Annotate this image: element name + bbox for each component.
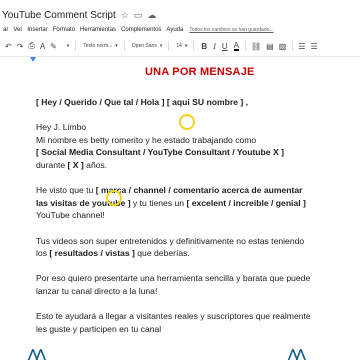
text-line: [ Social Media Consultant / YouTybe Cons…	[36, 147, 284, 158]
chevron-down-icon: ▾	[115, 43, 118, 49]
text-line: Hey J. Limbo	[36, 122, 87, 133]
cursor-highlight	[179, 114, 195, 130]
text-span: [ X ]	[67, 159, 84, 170]
document-heading: UNA POR MENSAJE	[145, 66, 255, 78]
text-line: Esto te ayudará a llegar a visitantes re…	[36, 311, 311, 322]
toolbar-divider	[75, 41, 77, 51]
paint-format-icon[interactable]: ✎	[50, 42, 57, 51]
menu-item-complementos[interactable]: Complementos	[121, 27, 161, 33]
italic-button[interactable]: I	[213, 42, 216, 51]
font-select[interactable]: Open Sans ▾	[132, 43, 163, 49]
text-line: les guste y participen en tu canal	[36, 323, 162, 334]
save-status[interactable]: Todos los cambios se han guardado...	[189, 27, 273, 33]
toolbar-divider	[292, 41, 294, 51]
title-bar: YouTube Comment Script ☆ ▭ ☁	[0, 8, 156, 22]
toolbar-divider	[193, 41, 195, 51]
text-color-button[interactable]: A	[233, 41, 239, 51]
text-span: [ marca / channel / comentario acerca de…	[95, 185, 303, 196]
menu-item-formato[interactable]: Formato	[53, 27, 75, 33]
text-span: [ resultados / vistas ]	[49, 248, 135, 259]
text-line: He visto que tu [ marca / channel / come…	[36, 184, 356, 197]
folder-icon[interactable]: ▭	[134, 10, 143, 21]
text-span: He visto que tu	[36, 185, 96, 196]
font-size-label: 14	[176, 43, 182, 49]
font-size-select[interactable]: 14 ▾	[176, 43, 187, 49]
menu-item-insertar[interactable]: Insertar	[27, 27, 47, 33]
bold-button[interactable]: B	[201, 42, 207, 51]
image-icon[interactable]: ▨	[279, 42, 287, 51]
chevron-down-icon: ▾	[159, 43, 163, 49]
text-line: lanzar tu canal directo a la luna!	[36, 285, 158, 296]
align-left-icon[interactable]: ☰	[298, 42, 305, 51]
toolbar-divider	[168, 41, 170, 51]
cloud-icon: ☁	[147, 9, 157, 20]
text-line: los [ resultados / vistas ] que deberías…	[36, 247, 356, 260]
text-line: durante [ X ] años.	[36, 159, 356, 172]
style-select-label: Texto norm...	[83, 43, 113, 49]
menu-item-ver[interactable]: Ver	[13, 27, 22, 33]
watermark-logo: ⋀⋀	[288, 347, 306, 360]
menu-item-ayuda[interactable]: Ayuda	[166, 27, 183, 33]
text-line: las visitas de youtube ] y tu tienes un …	[36, 197, 356, 210]
font-select-label: Open Sans	[131, 43, 157, 49]
document-body[interactable]: [ Hey / Querido / Que tal / Hola ] [ aqu…	[36, 96, 356, 335]
menu-bar: ar Ver Insertar Formato Herramientas Com…	[0, 24, 274, 36]
zoom-select[interactable]: ▾	[64, 43, 70, 49]
toolbar: ↶ ↷ ⎙ A ✎ ▾ Texto norm... ▾ Open Sans ▾ 14…	[0, 36, 360, 56]
chevron-down-icon: ▾	[184, 43, 188, 49]
toolbar-divider	[245, 41, 246, 51]
cursor-highlight	[106, 190, 122, 206]
ruler[interactable]	[0, 56, 360, 64]
toolbar-divider	[123, 41, 125, 51]
text-line: [ Hey / Querido / Que tal / Hola ] [ aqu…	[36, 97, 249, 107]
text-line: Por eso quiero presentarte una herramien…	[36, 273, 311, 284]
comment-icon[interactable]: ▤	[266, 42, 274, 51]
text-line: Tus videos son super entretenidos y defi…	[36, 235, 305, 246]
text-span: y tu tienes un	[130, 197, 187, 208]
menu-item-archivo[interactable]: ar	[3, 27, 8, 33]
text-line: YouTube channel!	[36, 210, 105, 221]
menu-item-herramientas[interactable]: Herramientas	[80, 27, 116, 33]
indent-marker[interactable]	[30, 57, 36, 62]
document-title[interactable]: YouTube Comment Script	[0, 10, 116, 21]
redo-icon[interactable]: ↷	[17, 42, 24, 51]
print-icon[interactable]: ⎙	[28, 41, 34, 51]
text-span: [ excelent / increible / genial ]	[186, 197, 306, 208]
link-icon[interactable]: ⛓	[251, 42, 261, 51]
text-span: que deberías.	[134, 248, 190, 259]
chevron-down-icon: ▾	[66, 43, 70, 49]
undo-icon[interactable]: ↶	[5, 42, 12, 51]
text-span: años.	[83, 159, 108, 170]
spellcheck-icon[interactable]: A	[40, 42, 45, 51]
underline-button[interactable]: U	[222, 42, 228, 51]
text-span: durante	[36, 159, 68, 170]
watermark-logo: ⋀⋀	[28, 347, 46, 360]
text-line: Mi nombre es betty romerito y he estado …	[36, 134, 257, 145]
align-center-icon[interactable]: ☰	[310, 42, 317, 51]
style-select[interactable]: Texto norm... ▾	[83, 43, 117, 49]
bottom-overlay	[0, 350, 360, 360]
star-icon[interactable]: ☆	[121, 10, 129, 21]
text-span: los	[36, 248, 50, 259]
